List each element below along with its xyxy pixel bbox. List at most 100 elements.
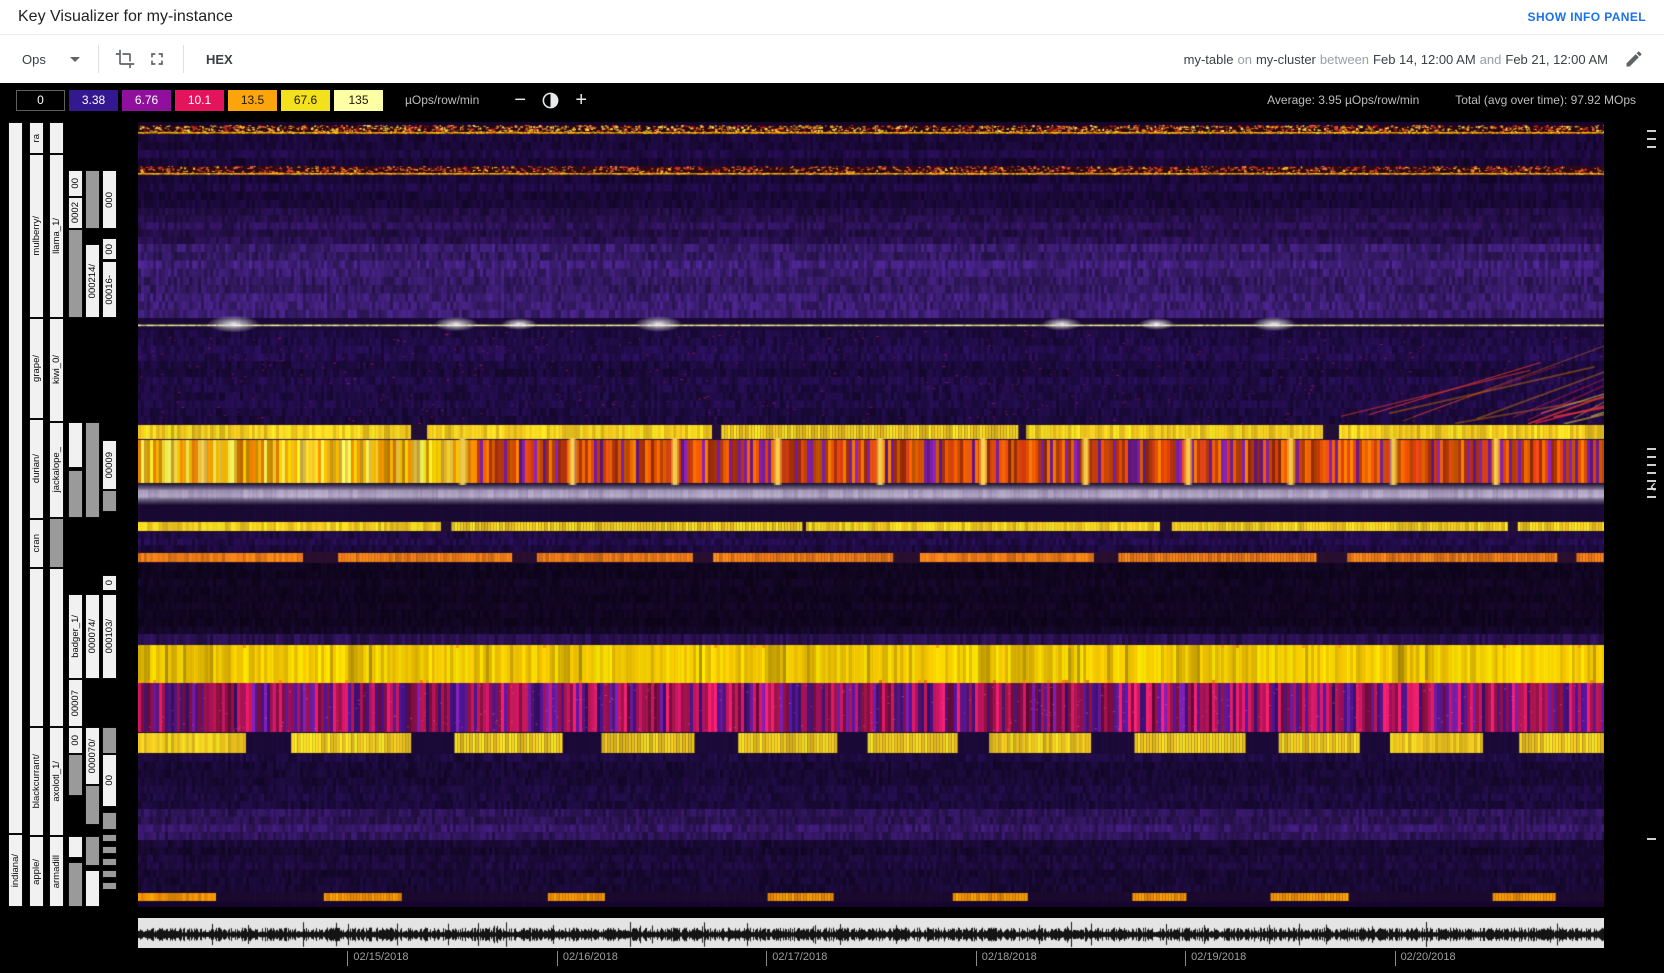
color-scale: 0 3.38 6.76 10.1 13.5 67.6 135 (16, 89, 387, 111)
key-prefix-box[interactable]: 000074/ (85, 594, 100, 679)
scroll-mark (1647, 472, 1656, 474)
contrast-icon[interactable] (541, 91, 560, 110)
pane-resize-handle[interactable]: ‹ (1650, 477, 1656, 495)
key-prefix-box[interactable] (68, 754, 83, 796)
key-prefix-box[interactable] (49, 568, 64, 727)
timeline-scrubber[interactable] (138, 918, 1604, 948)
brightness-plus-button[interactable]: + (564, 88, 598, 112)
timeline-dates: 02/15/2018 02/16/2018 02/17/2018 02/18/2018… (138, 950, 1604, 970)
key-prefix-box[interactable] (102, 846, 117, 854)
key-prefix-box[interactable]: llama_1/ (49, 154, 64, 318)
scroll-mark (1647, 496, 1656, 498)
brightness-minus-button[interactable]: − (503, 88, 537, 112)
legend-stop: 10.1 (175, 89, 224, 111)
key-prefix-box[interactable] (85, 836, 100, 866)
key-prefix-box[interactable] (102, 858, 117, 866)
page-title: Key Visualizer for my-instance (18, 8, 233, 25)
key-prefix-box[interactable]: axolotl_1/ (49, 727, 64, 836)
average-stat: Average: 3.95 µOps/row/min (1267, 93, 1420, 107)
context-and: and (1479, 51, 1502, 67)
key-prefix-box[interactable]: badger_1/ (68, 594, 83, 679)
legend-stop: 67.6 (281, 89, 330, 111)
fullscreen-button[interactable] (141, 43, 173, 75)
key-prefix-box[interactable] (68, 836, 83, 858)
context-between: between (1319, 51, 1370, 67)
crop-icon (115, 49, 135, 69)
key-prefix-box[interactable] (68, 229, 83, 318)
legend-stop: 135 (334, 89, 383, 111)
key-prefix-box[interactable]: grape/ (29, 318, 44, 419)
show-info-panel-link[interactable]: SHOW INFO PANEL (1528, 10, 1646, 24)
scroll-mark (1647, 130, 1656, 132)
key-prefix-box[interactable]: indiana/ (8, 834, 23, 907)
key-prefix-box[interactable]: mulberry/ (29, 154, 44, 318)
key-prefix-box[interactable]: 000103/ (102, 594, 117, 679)
total-stat: Total (avg over time): 97.92 MOps (1455, 93, 1636, 107)
key-prefix-box[interactable]: blackcurrant/ (29, 727, 44, 836)
date-label: 02/15/2018 (347, 951, 408, 966)
date-label: 02/17/2018 (766, 951, 827, 966)
context-on: on (1237, 51, 1252, 67)
key-prefix-box[interactable] (102, 727, 117, 754)
context-cluster: my-cluster (1255, 51, 1316, 67)
row-key-labels: indiana/ra mulberry/grape/durian/cran blac… (0, 122, 138, 907)
key-prefix-box[interactable] (29, 568, 44, 727)
crop-zoom-button[interactable] (109, 43, 141, 75)
key-prefix-box[interactable] (85, 785, 100, 825)
toolbar: Ops HEX my-table on my-cluster between F… (0, 35, 1664, 83)
date-label: 02/20/2018 (1394, 951, 1456, 966)
unit-label: µOps/row/min (405, 93, 480, 107)
key-prefix-box[interactable]: jackalope_ (49, 422, 64, 518)
fullscreen-icon (151, 53, 163, 65)
key-prefix-box[interactable]: 0 (102, 575, 117, 591)
key-prefix-box[interactable]: 000 (102, 170, 117, 229)
key-prefix-box[interactable]: 0002 (68, 197, 83, 229)
key-prefix-box[interactable] (49, 122, 64, 154)
key-prefix-box[interactable]: armadill (49, 836, 64, 907)
key-prefix-box[interactable] (68, 470, 83, 518)
key-prefix-box[interactable] (102, 812, 117, 830)
key-prefix-box[interactable] (85, 870, 100, 907)
key-prefix-box[interactable] (68, 862, 83, 907)
key-prefix-box[interactable]: durian/ (29, 419, 44, 519)
scroll-mark (1647, 448, 1656, 450)
key-prefix-box[interactable] (102, 490, 117, 512)
key-prefix-box[interactable]: 00 (68, 170, 83, 197)
context-table: my-table (1183, 51, 1234, 67)
key-prefix-box[interactable]: cran (29, 519, 44, 568)
legend-stop: 0 (16, 89, 65, 111)
key-prefix-box[interactable] (68, 422, 83, 468)
key-prefix-box[interactable]: 00 (68, 727, 83, 754)
key-prefix-box[interactable] (8, 122, 23, 834)
scale-bar: 0 3.38 6.76 10.1 13.5 67.6 135 µOps/row/min − … (16, 88, 1636, 112)
metric-dropdown-label: Ops (22, 51, 46, 67)
key-prefix-box[interactable]: 00 (102, 754, 117, 807)
hex-toggle-button[interactable]: HEX (194, 46, 245, 73)
key-prefix-box[interactable]: 000214/ (85, 244, 100, 318)
key-prefix-box[interactable] (102, 882, 117, 890)
row-scrollbar[interactable]: ‹ (1644, 122, 1662, 907)
date-label: 02/18/2018 (975, 951, 1037, 966)
key-prefix-box[interactable] (102, 870, 117, 878)
legend-stop: 3.38 (69, 89, 118, 111)
heatmap-canvas[interactable] (138, 122, 1604, 907)
key-prefix-box[interactable] (85, 422, 100, 518)
key-prefix-box[interactable] (102, 834, 117, 842)
key-prefix-box[interactable]: 00007 (68, 679, 83, 727)
context-start-time: Feb 14, 12:00 AM (1373, 51, 1476, 67)
scroll-mark (1647, 456, 1656, 458)
key-prefix-box[interactable]: apple/ (29, 836, 44, 907)
chevron-down-icon (70, 56, 80, 62)
key-prefix-box[interactable]: kiwi_0/ (49, 318, 64, 422)
key-prefix-box[interactable]: ra (29, 122, 44, 154)
key-prefix-box[interactable]: 000070/ (85, 727, 100, 785)
key-prefix-box[interactable]: 00016- (102, 261, 117, 318)
edit-scan-button[interactable] (1618, 43, 1650, 75)
key-prefix-box[interactable] (85, 170, 100, 229)
scroll-mark (1647, 464, 1656, 466)
key-prefix-box[interactable]: 00 (102, 238, 117, 260)
metric-dropdown[interactable]: Ops (14, 46, 88, 73)
key-prefix-box[interactable] (49, 518, 64, 568)
date-label: 02/16/2018 (556, 951, 618, 966)
key-prefix-box[interactable]: 00009 (102, 440, 117, 490)
